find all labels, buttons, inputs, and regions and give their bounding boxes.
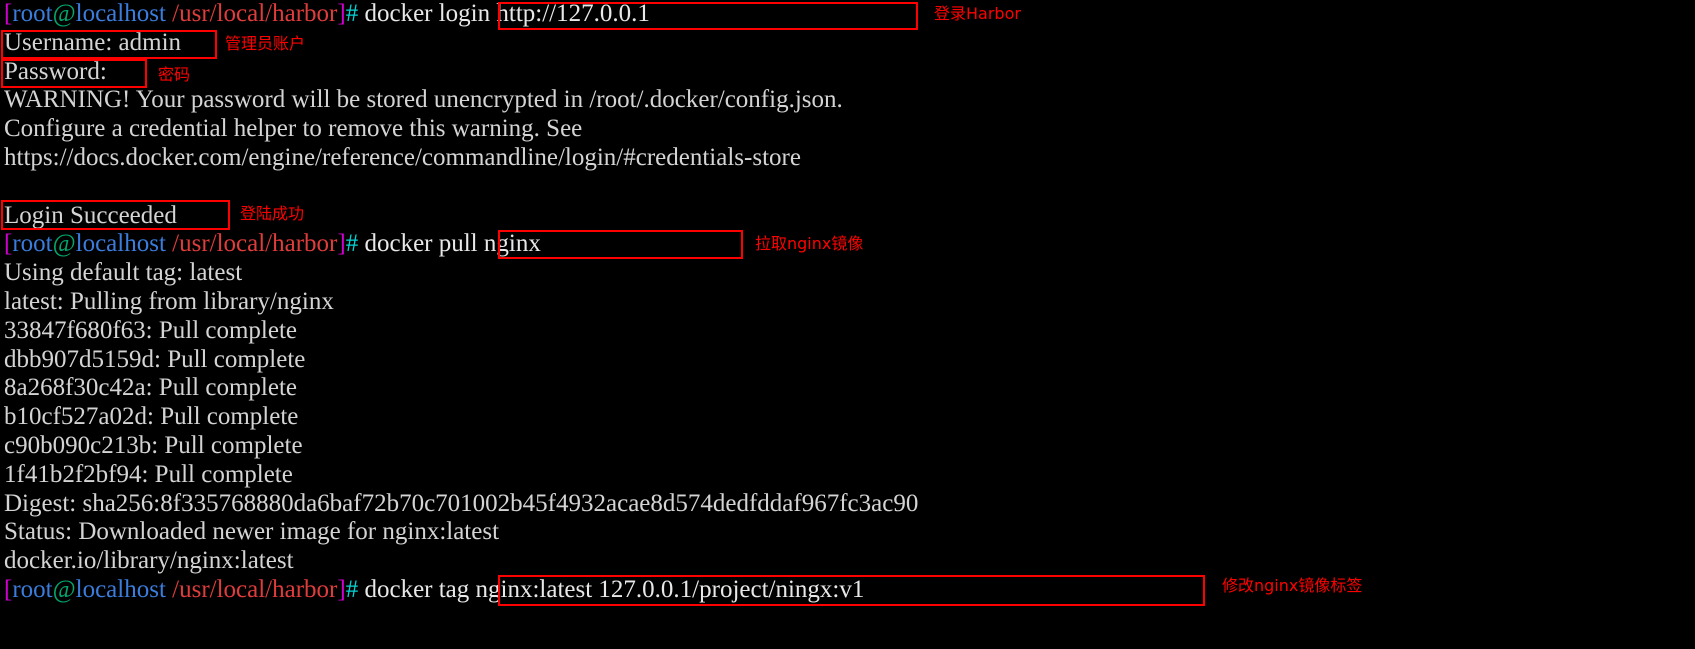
terminal-line-prompt-1: [root@localhost /usr/local/harbor]# dock… — [0, 0, 1695, 29]
prompt-host: localhost — [75, 575, 166, 603]
prompt-user: root — [12, 575, 53, 603]
terminal-line-warning-2: Configure a credential helper to remove … — [0, 115, 1695, 144]
command-docker-tag[interactable]: docker tag nginx:latest 127.0.0.1/projec… — [364, 576, 864, 603]
status-text: Status: Downloaded newer image for nginx… — [4, 518, 500, 546]
terminal-line-default-tag: Using default tag: latest — [0, 259, 1695, 288]
prompt-host: localhost — [75, 0, 166, 27]
layer-pull-complete-1: 33847f680f63: Pull complete — [4, 316, 298, 344]
terminal-line-layer-6: 1f41b2f2bf94: Pull complete — [0, 461, 1695, 490]
pulling-from-text: latest: Pulling from library/nginx — [4, 287, 334, 315]
prompt-close-bracket: ] — [337, 575, 346, 603]
prompt-hash: # — [345, 0, 359, 27]
annotation-pull-nginx-image: 拉取nginx镜像 — [755, 234, 864, 253]
command-docker-login[interactable]: docker login http://127.0.0.1 — [364, 0, 649, 27]
terminal-line-warning-1: WARNING! Your password will be stored un… — [0, 86, 1695, 115]
password-prompt-text: Password: — [4, 57, 107, 85]
terminal-window: [root@localhost /usr/local/harbor]# dock… — [0, 0, 1695, 649]
login-succeeded-text: Login Succeeded — [4, 201, 177, 229]
annotation-admin-account: 管理员账户 — [225, 34, 306, 53]
warning-url: https://docs.docker.com/engine/reference… — [4, 143, 801, 171]
prompt-at-symbol: @ — [52, 0, 76, 27]
prompt-at-symbol: @ — [52, 575, 76, 603]
layer-pull-complete-2: dbb907d5159d: Pull complete — [4, 345, 306, 373]
terminal-line-status: Status: Downloaded newer image for nginx… — [0, 518, 1695, 547]
warning-text-1: WARNING! Your password will be stored un… — [4, 86, 843, 114]
terminal-line-layer-1: 33847f680f63: Pull complete — [0, 317, 1695, 346]
prompt-hash: # — [345, 230, 359, 258]
prompt-host: localhost — [75, 230, 166, 258]
terminal-line-password: Password: — [0, 58, 1695, 87]
annotation-password: 密码 — [158, 65, 191, 84]
image-reference-text: docker.io/library/nginx:latest — [4, 547, 294, 575]
terminal-line-warning-url: https://docs.docker.com/engine/reference… — [0, 144, 1695, 173]
prompt-user: root — [12, 230, 53, 258]
terminal-line-layer-3: 8a268f30c42a: Pull complete — [0, 374, 1695, 403]
prompt-path: /usr/local/harbor — [172, 0, 338, 27]
layer-pull-complete-5: c90b090c213b: Pull complete — [4, 431, 303, 459]
terminal-line-pulling-from: latest: Pulling from library/nginx — [0, 288, 1695, 317]
warning-text-2: Configure a credential helper to remove … — [4, 115, 583, 143]
terminal-line-image-ref: docker.io/library/nginx:latest — [0, 547, 1695, 576]
prompt-path: /usr/local/harbor — [172, 575, 338, 603]
terminal-line-digest: Digest: sha256:8f335768880da6baf72b70c70… — [0, 490, 1695, 519]
layer-pull-complete-6: 1f41b2f2bf94: Pull complete — [4, 460, 293, 488]
annotation-login-success: 登陆成功 — [240, 204, 305, 223]
command-docker-pull[interactable]: docker pull nginx — [364, 230, 540, 257]
prompt-path: /usr/local/harbor — [172, 230, 338, 258]
terminal-line-layer-4: b10cf527a02d: Pull complete — [0, 403, 1695, 432]
terminal-line-layer-2: dbb907d5159d: Pull complete — [0, 346, 1695, 375]
digest-text: Digest: sha256:8f335768880da6baf72b70c70… — [4, 489, 919, 517]
terminal-line-blank-1 — [0, 173, 1695, 202]
layer-pull-complete-4: b10cf527a02d: Pull complete — [4, 403, 299, 431]
prompt-close-bracket: ] — [337, 0, 346, 27]
username-prompt-text: Username: admin — [4, 28, 182, 56]
layer-pull-complete-3: 8a268f30c42a: Pull complete — [4, 374, 297, 402]
prompt-user: root — [12, 0, 53, 27]
annotation-login-harbor: 登录Harbor — [934, 4, 1021, 23]
terminal-line-prompt-3: [root@localhost /usr/local/harbor]# dock… — [0, 576, 1695, 605]
annotation-modify-nginx-tag: 修改nginx镜像标签 — [1222, 576, 1363, 595]
prompt-hash: # — [345, 575, 359, 603]
prompt-at-symbol: @ — [52, 230, 76, 258]
prompt-close-bracket: ] — [337, 230, 346, 258]
default-tag-text: Using default tag: latest — [4, 259, 243, 287]
terminal-line-layer-5: c90b090c213b: Pull complete — [0, 432, 1695, 461]
